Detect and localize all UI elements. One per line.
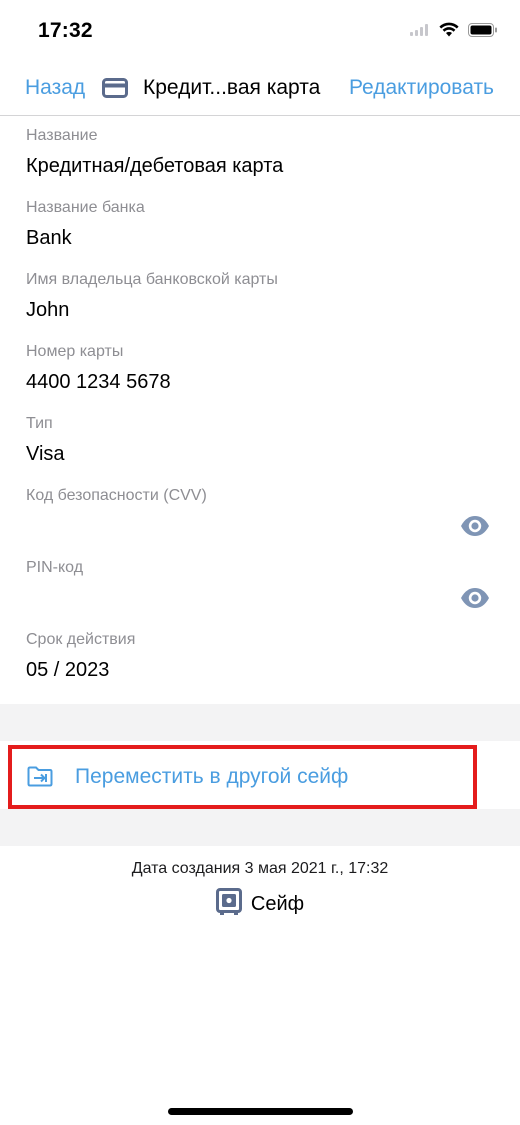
show-cvv-eye-icon[interactable]	[460, 515, 490, 537]
field-value: Кредитная/дебетовая карта	[26, 155, 284, 177]
home-indicator[interactable]	[168, 1108, 353, 1115]
status-icons	[410, 22, 498, 42]
field-value: Bank	[26, 227, 72, 249]
field-value: Visa	[26, 443, 65, 465]
field-card-number: Номер карты 4400 1234 5678	[0, 333, 520, 405]
show-pin-eye-icon[interactable]	[460, 587, 490, 609]
field-expiration: Срок действия 05 / 2023	[0, 621, 520, 693]
field-label: Срок действия	[26, 631, 136, 648]
battery-icon	[468, 22, 498, 42]
card-details: Название Кредитная/дебетовая карта Назва…	[0, 117, 520, 693]
vault-safe-icon	[215, 888, 242, 921]
vault-indicator: Сейф	[0, 888, 520, 921]
field-label: Название банка	[26, 199, 145, 216]
field-label: Тип	[26, 415, 53, 432]
field-label: Название	[26, 127, 98, 144]
field-bank-name: Название банка Bank	[0, 189, 520, 261]
field-cvv: Код безопасности (CVV)	[0, 477, 520, 549]
creation-date: Дата создания 3 мая 2021 г., 17:32	[131, 860, 389, 877]
move-to-vault-button[interactable]: Переместить в другой сейф	[75, 765, 348, 789]
back-button[interactable]: Назад	[25, 76, 85, 100]
vault-label: Сейф	[250, 893, 305, 915]
field-cardholder-name: Имя владельца банковской карты John	[0, 261, 520, 333]
wifi-icon	[439, 22, 459, 42]
edit-button[interactable]: Редактировать	[349, 76, 494, 100]
field-value: 05 / 2023	[26, 659, 110, 681]
field-label: PIN-код	[26, 559, 84, 576]
credit-card-icon	[102, 78, 128, 103]
cellular-signal-icon	[410, 23, 430, 41]
field-label: Имя владельца банковской карты	[26, 271, 278, 288]
page-title: Кредит...вая карта	[143, 76, 321, 99]
field-pin: PIN-код	[0, 549, 520, 621]
field-label: Код безопасности (CVV)	[26, 487, 207, 504]
status-time: 17:32	[38, 19, 93, 42]
field-name: Название Кредитная/дебетовая карта	[0, 117, 520, 189]
navigation-bar: Назад Кредит...вая карта Редактировать	[0, 62, 520, 116]
field-type: Тип Visa	[0, 405, 520, 477]
field-label: Номер карты	[26, 343, 124, 360]
move-to-vault-row[interactable]: Переместить в другой сейф	[0, 741, 520, 809]
status-bar: 17:32	[0, 0, 520, 62]
section-separator	[0, 809, 520, 846]
field-value: John	[26, 299, 70, 321]
section-separator	[0, 704, 520, 741]
folder-move-icon	[27, 766, 53, 792]
field-value: 4400 1234 5678	[26, 371, 171, 393]
